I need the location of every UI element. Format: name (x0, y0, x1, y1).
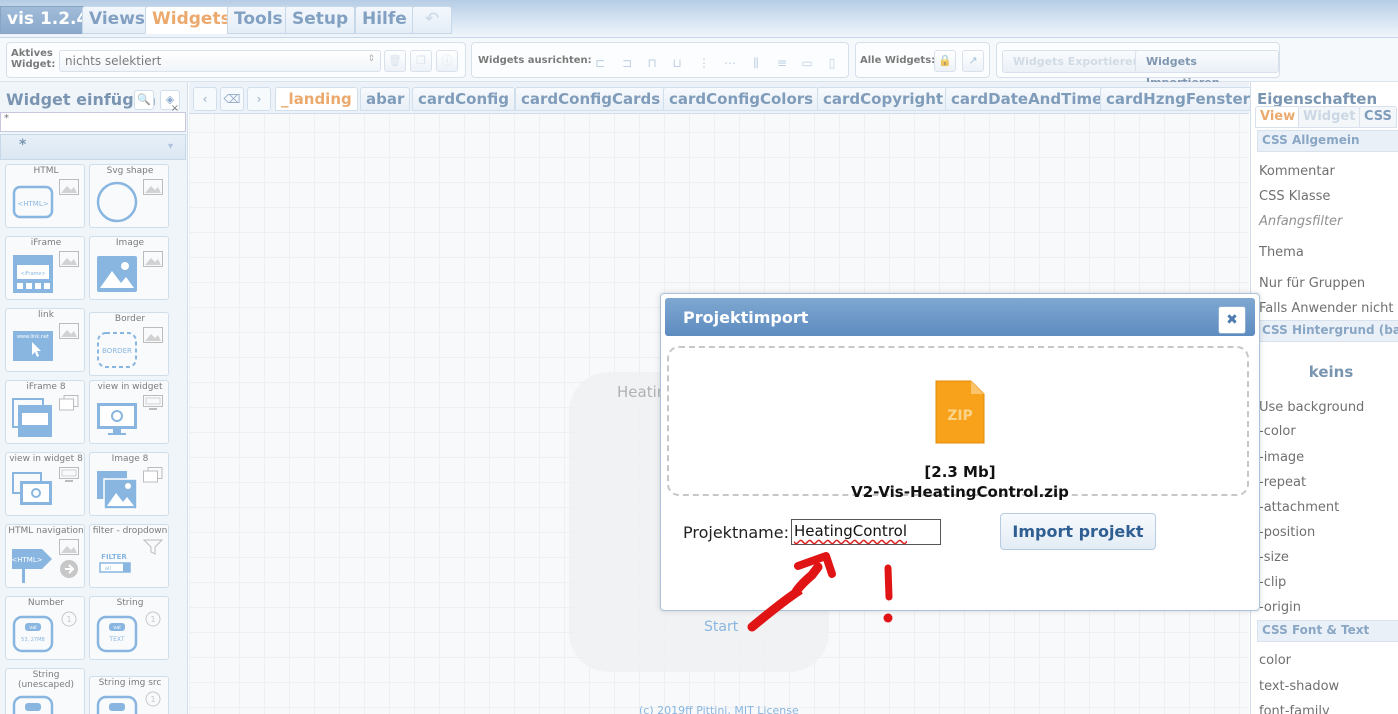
close-icon[interactable]: ✖ (1218, 306, 1246, 334)
dialog-title-bar: Projektimport ✖ (665, 298, 1255, 336)
file-size-label: [2.3 Mb] (924, 463, 996, 481)
zip-file-icon: ZIP (935, 380, 985, 444)
project-name-label: Projektname: (683, 523, 789, 542)
file-name-label: V2-Vis-HeatingControl.zip (851, 483, 1069, 501)
project-name-input[interactable]: HeatingControl (791, 519, 941, 545)
project-import-dialog: Projektimport ✖ ZIP [2.3 Mb] V2-Vis-Heat… (660, 293, 1260, 611)
import-project-button[interactable]: Import projekt (1000, 513, 1156, 550)
dialog-title: Projektimport (683, 308, 809, 327)
file-drop-zone[interactable]: ZIP [2.3 Mb] V2-Vis-HeatingControl.zip (667, 346, 1249, 501)
zip-label-text: ZIP (947, 408, 973, 424)
